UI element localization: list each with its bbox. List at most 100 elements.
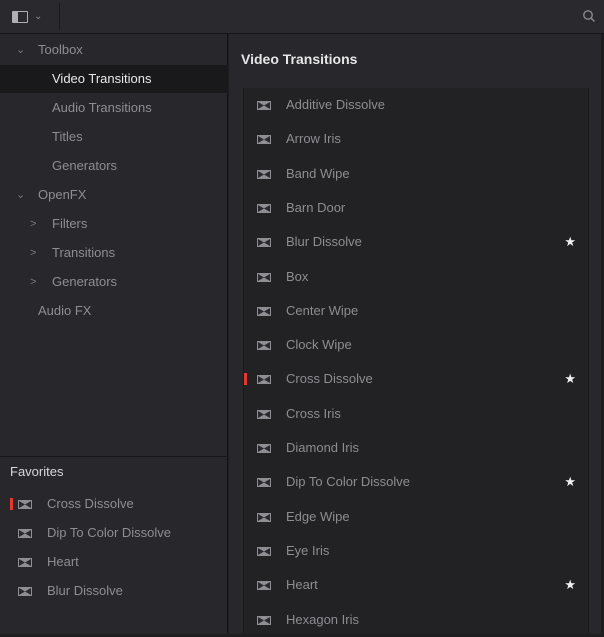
list-item-label: Clock Wipe xyxy=(286,337,352,353)
list-item[interactable]: Edge Wipe xyxy=(244,500,588,534)
sidebar-item-titles[interactable]: Titles xyxy=(0,123,228,151)
divider xyxy=(0,456,228,457)
sidebar-item-label: Audio Transitions xyxy=(52,100,152,115)
sidebar-item-label: Video Transitions xyxy=(52,71,152,86)
marker-indicator xyxy=(10,498,13,510)
list-item-label: Hexagon Iris xyxy=(286,611,359,627)
sidebar-item-audio-transitions[interactable]: Audio Transitions xyxy=(0,94,228,122)
transitions-list: Additive Dissolve Arrow Iris Band Wipe Barn… xyxy=(243,88,589,634)
transition-icon xyxy=(257,409,271,419)
list-item[interactable]: Box xyxy=(244,260,588,294)
search-icon[interactable] xyxy=(582,9,596,23)
sidebar-item-audio-fx[interactable]: Audio FX xyxy=(0,297,228,325)
list-item[interactable]: Additive Dissolve xyxy=(244,88,588,122)
sidebar-item-label: Generators xyxy=(52,274,118,289)
list-item-label: Center Wipe xyxy=(286,302,359,318)
sidebar-item-transitions[interactable]: > Transitions xyxy=(0,239,228,267)
sidebar-item-label: Titles xyxy=(52,129,83,144)
panel-layout-icon xyxy=(12,10,28,23)
list-item-label: Cross Iris xyxy=(286,405,341,421)
list-item[interactable]: Diamond Iris xyxy=(244,431,588,465)
list-item-label: Blur Dissolve xyxy=(286,234,362,250)
transition-icon xyxy=(257,581,271,591)
favorite-item-label: Heart xyxy=(47,554,79,569)
list-item[interactable]: Arrow Iris xyxy=(244,122,588,156)
list-item-label: Dip To Color Dissolve xyxy=(286,474,411,490)
transition-icon xyxy=(257,615,271,625)
list-item[interactable]: Cross Dissolve ★ xyxy=(244,362,588,396)
transition-icon xyxy=(18,500,32,509)
panel-toggle-button[interactable]: ⌄ xyxy=(6,3,60,30)
transition-icon xyxy=(257,203,271,213)
sidebar-item-label: Transitions xyxy=(52,245,116,260)
sidebar: ⌄ Toolbox Video Transitions Audio Transitio… xyxy=(0,34,228,634)
chevron-down-icon[interactable]: ⌄ xyxy=(16,36,25,64)
sidebar-item-label: Filters xyxy=(52,216,88,231)
list-item[interactable]: Dip To Color Dissolve ★ xyxy=(244,465,588,499)
marker-indicator xyxy=(244,373,247,386)
chevron-right-icon[interactable]: > xyxy=(30,239,36,267)
list-item[interactable]: Band Wipe xyxy=(244,157,588,191)
list-item[interactable]: Cross Iris xyxy=(244,397,588,431)
list-item-label: Additive Dissolve xyxy=(286,97,385,112)
star-icon[interactable]: ★ xyxy=(564,568,576,602)
star-icon[interactable]: ★ xyxy=(564,362,576,396)
list-item[interactable]: Hexagon Iris xyxy=(244,603,588,637)
favorite-item[interactable]: Dip To Color Dissolve xyxy=(0,519,228,547)
star-icon[interactable]: ★ xyxy=(564,465,576,499)
favorite-item[interactable]: Cross Dissolve xyxy=(0,490,228,518)
sidebar-item-toolbox[interactable]: ⌄ Toolbox xyxy=(0,36,228,64)
chevron-right-icon[interactable]: > xyxy=(30,268,36,296)
sidebar-item-generators[interactable]: > Generators xyxy=(0,268,228,296)
transition-icon xyxy=(257,341,271,351)
transition-icon xyxy=(18,529,32,538)
sidebar-item-label: Toolbox xyxy=(38,42,83,57)
transition-icon xyxy=(257,375,271,385)
list-item-label: Arrow Iris xyxy=(286,131,341,147)
transition-icon xyxy=(257,135,271,145)
star-icon[interactable]: ★ xyxy=(564,225,576,259)
sidebar-item-openfx[interactable]: ⌄ OpenFX xyxy=(0,181,228,209)
transition-icon xyxy=(18,587,32,596)
list-item[interactable]: Clock Wipe xyxy=(244,328,588,362)
list-item-label: Cross Dissolve xyxy=(286,371,373,387)
main-panel: Video Transitions Additive Dissolve Arrow… xyxy=(229,34,604,634)
transition-icon xyxy=(257,272,271,282)
list-item-label: Barn Door xyxy=(286,199,346,215)
sidebar-item-label: OpenFX xyxy=(38,187,87,202)
sidebar-item-video-transitions[interactable]: Video Transitions xyxy=(0,65,228,93)
list-item[interactable]: Blur Dissolve ★ xyxy=(244,225,588,259)
transition-icon xyxy=(257,478,271,488)
chevron-right-icon[interactable]: > xyxy=(30,210,36,238)
list-item[interactable]: Barn Door xyxy=(244,191,588,225)
transition-icon xyxy=(18,558,32,567)
sidebar-item-label: Audio FX xyxy=(38,303,92,318)
list-item-label: Edge Wipe xyxy=(286,508,350,524)
favorites-title: Favorites xyxy=(10,464,64,479)
list-item-label: Diamond Iris xyxy=(286,440,359,455)
transition-icon xyxy=(257,512,271,522)
favorite-item[interactable]: Heart xyxy=(0,548,228,576)
list-item[interactable]: Heart ★ xyxy=(244,568,588,602)
favorite-item-label: Cross Dissolve xyxy=(47,496,134,511)
chevron-down-icon[interactable]: ⌄ xyxy=(16,181,25,209)
list-item-label: Eye Iris xyxy=(286,542,330,558)
list-item-label: Band Wipe xyxy=(286,165,350,181)
transition-icon xyxy=(257,306,271,316)
favorite-item-label: Blur Dissolve xyxy=(47,583,123,598)
favorite-item[interactable]: Blur Dissolve xyxy=(0,577,228,605)
page-title: Video Transitions xyxy=(241,51,358,67)
sidebar-item-generators[interactable]: Generators xyxy=(0,152,228,180)
favorite-item-label: Dip To Color Dissolve xyxy=(47,525,172,540)
transition-icon xyxy=(257,169,271,179)
list-item-label: Heart xyxy=(286,577,318,593)
chevron-down-icon: ⌄ xyxy=(34,11,43,22)
toolbar: ⌄ xyxy=(0,0,604,34)
sidebar-item-label: Generators xyxy=(52,158,118,173)
transition-icon xyxy=(257,444,271,453)
list-item[interactable]: Center Wipe xyxy=(244,294,588,328)
list-item[interactable]: Eye Iris xyxy=(244,534,588,568)
transition-icon xyxy=(257,546,271,556)
list-item-label: Box xyxy=(286,268,309,284)
sidebar-item-filters[interactable]: > Filters xyxy=(0,210,228,238)
